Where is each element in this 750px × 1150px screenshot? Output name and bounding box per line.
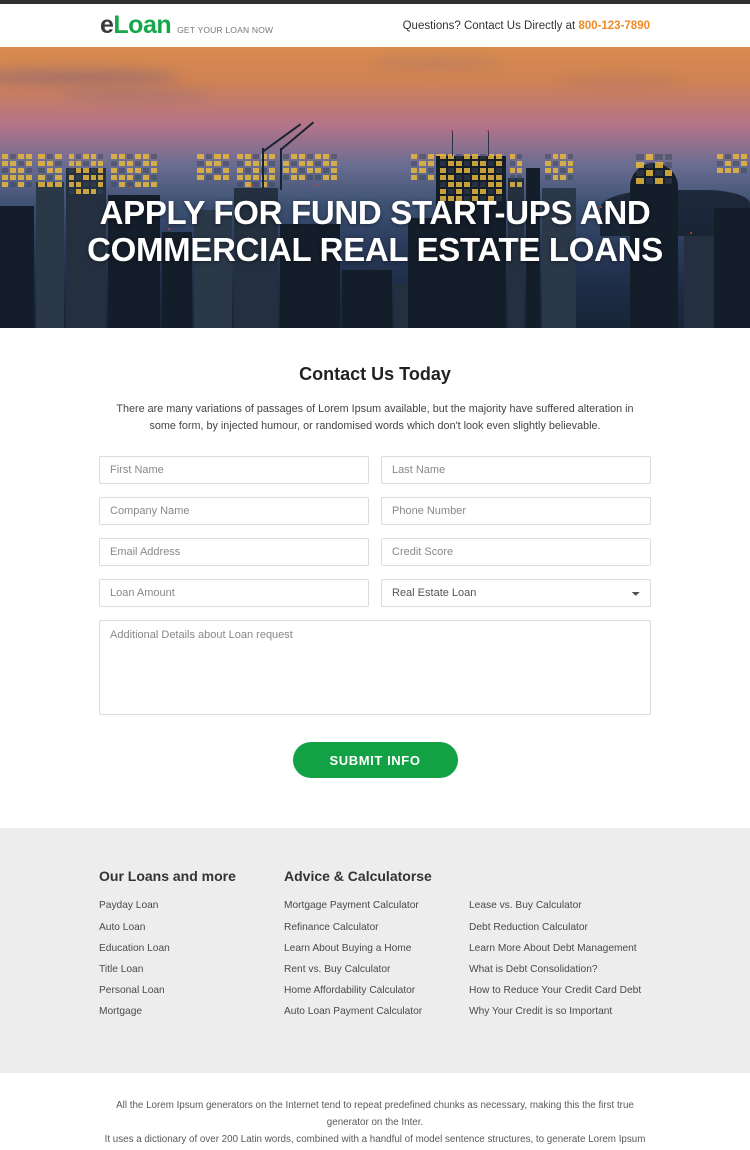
footer-paragraph: All the Lorem Ipsum generators on the In… <box>97 1097 653 1150</box>
footer-paragraph-line-2: It uses a dictionary of over 200 Latin w… <box>104 1133 646 1145</box>
company-name-input[interactable] <box>99 497 369 526</box>
cloud-shape <box>60 89 210 101</box>
logo-text-primary: e <box>100 11 114 39</box>
footer-link[interactable]: Lease vs. Buy Calculator <box>469 901 651 911</box>
submit-info-button[interactable]: SUBMIT INFO <box>292 742 458 779</box>
logo-tagline: GET YOUR LOAN NOW <box>177 25 274 35</box>
form-row-email <box>99 538 651 567</box>
site-header: e Loan GET YOUR LOAN NOW Questions? Conta… <box>0 4 750 47</box>
footer-link[interactable]: Title Loan <box>99 964 284 975</box>
loan-amount-input[interactable] <box>99 579 369 608</box>
footer-link[interactable]: Auto Loan <box>99 922 284 933</box>
footer-column-loans: Our Loans and more Payday Loan Auto Loan… <box>99 868 284 1028</box>
crane-mast <box>262 148 264 188</box>
footer-links-section: Our Loans and more Payday Loan Auto Loan… <box>0 828 750 1073</box>
loan-type-select[interactable]: Real Estate Loan <box>381 579 651 608</box>
hero-headline-line-1: APPLY FOR FUND START-UPS AND <box>99 194 651 231</box>
hero-banner: APPLY FOR FUND START-UPS AND COMMERCIAL … <box>0 47 750 328</box>
header-phone-number[interactable]: 800-123-7890 <box>578 20 650 32</box>
lead-capture-form: Real Estate Loan <box>99 456 651 736</box>
footer-link[interactable]: Mortgage Payment Calculator <box>284 901 469 911</box>
footer-paragraph-line-1: All the Lorem Ipsum generators on the In… <box>116 1099 634 1128</box>
footer-link[interactable]: What is Debt Consolidation? <box>469 964 651 975</box>
footer-link[interactable]: Payday Loan <box>99 901 284 911</box>
header-contact-info: Questions? Contact Us Directly at 800-12… <box>403 20 650 32</box>
contact-form-section: Contact Us Today There are many variatio… <box>0 328 750 829</box>
footer-link[interactable]: How to Reduce Your Credit Card Debt <box>469 986 651 996</box>
submit-area: SUBMIT INFO <box>0 736 750 828</box>
footer-link[interactable]: Home Affordability Calculator <box>284 986 469 996</box>
cloud-shape <box>0 69 180 85</box>
landing-page: e Loan GET YOUR LOAN NOW Questions? Conta… <box>0 0 750 1150</box>
hero-headline: APPLY FOR FUND START-UPS AND COMMERCIAL … <box>0 194 750 269</box>
form-row-loan: Real Estate Loan <box>99 579 651 608</box>
site-logo[interactable]: e Loan GET YOUR LOAN NOW <box>100 11 273 40</box>
footer-link[interactable]: Auto Loan Payment Calculator <box>284 1007 469 1017</box>
footer-link[interactable]: Rent vs. Buy Calculator <box>284 964 469 975</box>
hero-headline-line-2: COMMERCIAL REAL ESTATE LOANS <box>87 230 663 268</box>
footer-link[interactable]: Learn More About Debt Management <box>469 943 651 954</box>
footer-link[interactable]: Learn About Buying a Home <box>284 943 469 954</box>
form-title: Contact Us Today <box>299 364 451 384</box>
logo-text-secondary: Loan <box>113 11 172 39</box>
header-contact-label: Questions? Contact Us Directly at <box>402 19 579 32</box>
footer-link[interactable]: Education Loan <box>99 943 284 954</box>
footer-link[interactable]: Debt Reduction Calculator <box>469 922 651 933</box>
footer-column-advice: Advice & Calculatorse Mortgage Payment C… <box>284 868 469 1028</box>
last-name-input[interactable] <box>381 456 651 485</box>
form-subtitle: There are many variations of passages of… <box>116 403 634 432</box>
first-name-input[interactable] <box>99 456 369 485</box>
phone-number-input[interactable] <box>381 497 651 526</box>
footer-link[interactable]: Personal Loan <box>99 986 284 996</box>
footer-column-advice-continued: Lease vs. Buy Calculator Debt Reduction … <box>469 868 651 1028</box>
footer-link[interactable]: Refinance Calculator <box>284 922 469 933</box>
email-address-input[interactable] <box>99 538 369 567</box>
cloud-shape <box>370 57 500 68</box>
form-row-name <box>99 456 651 485</box>
credit-score-input[interactable] <box>381 538 651 567</box>
footer-link[interactable]: Why Your Credit is so Important <box>469 1007 651 1017</box>
cloud-shape <box>560 77 680 87</box>
form-row-company <box>99 497 651 526</box>
footer-link[interactable]: Mortgage <box>99 1007 284 1017</box>
footer-bottom-section: All the Lorem Ipsum generators on the In… <box>0 1072 750 1150</box>
loan-details-textarea[interactable] <box>99 620 651 716</box>
footer-column-heading: Our Loans and more <box>99 868 236 885</box>
footer-column-heading: Advice & Calculatorse <box>284 868 432 885</box>
